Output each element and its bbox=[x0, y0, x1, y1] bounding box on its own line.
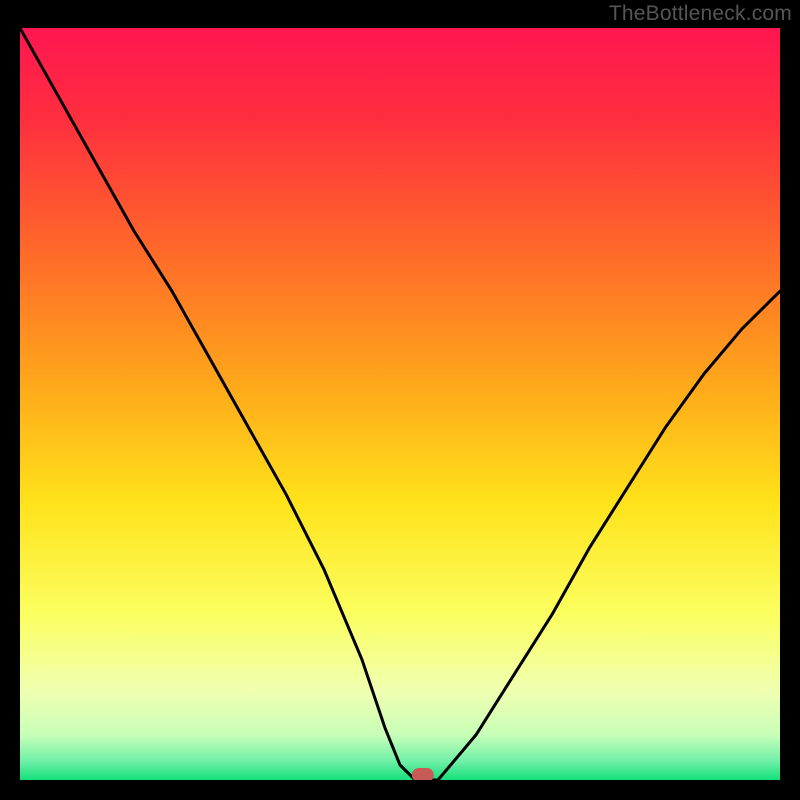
chart-frame: TheBottleneck.com bbox=[0, 0, 800, 800]
optimum-marker bbox=[412, 768, 434, 780]
watermark-text: TheBottleneck.com bbox=[609, 2, 792, 26]
gradient-background bbox=[20, 28, 780, 780]
chart-svg bbox=[20, 28, 780, 780]
bottleneck-plot bbox=[20, 28, 780, 780]
